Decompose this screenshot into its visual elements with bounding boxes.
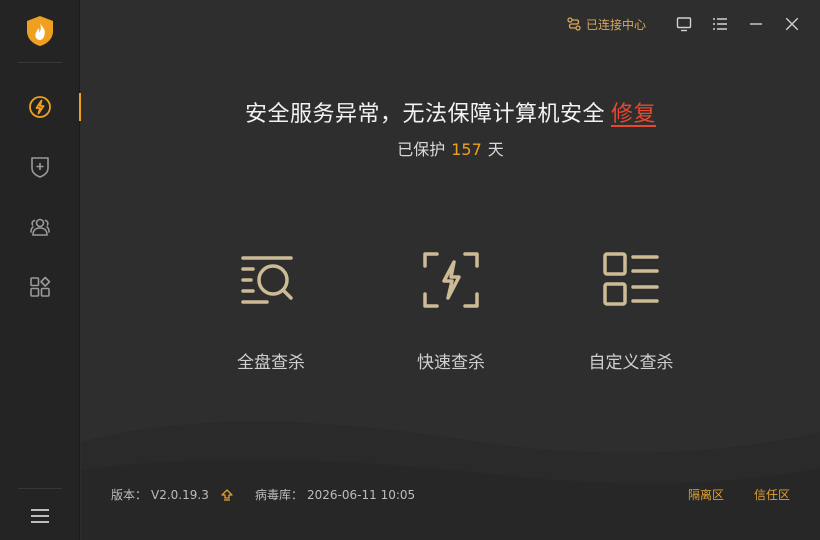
- apps-icon: [30, 276, 51, 297]
- sidebar-divider: [18, 62, 62, 63]
- sidebar-item-terminal[interactable]: [0, 207, 80, 247]
- full-scan-label: 全盘查杀: [237, 353, 305, 373]
- sidebar: [0, 0, 81, 540]
- status-footer: 版本： V2.0.19.3 病毒库： 2026-06-11 10:05 隔离区 信任…: [81, 486, 820, 506]
- main-menu-button[interactable]: [0, 500, 80, 532]
- virus-db-label: 病毒库：: [255, 488, 304, 502]
- hamburger-menu-icon: [31, 509, 49, 523]
- security-warning-text: 安全服务异常，无法保障计算机安全: [244, 102, 605, 127]
- sidebar-item-tools[interactable]: [0, 267, 80, 307]
- virus-db-date: 2026-06-11 10:05: [307, 487, 416, 502]
- main-panel: 已连接中心 安全服务异常，无法保障计算机安全 修复 已保护 157 天 全盘查杀…: [81, 0, 820, 540]
- quick-scan-icon: [423, 252, 479, 308]
- link-icon: [567, 17, 581, 31]
- connection-status-label: 已连接中心: [585, 17, 646, 32]
- version-label: 版本：: [111, 488, 148, 502]
- minimize-button[interactable]: [738, 0, 774, 48]
- minimize-icon: [750, 23, 762, 25]
- protected-suffix: 天: [487, 140, 504, 159]
- app-logo-icon: [27, 16, 53, 46]
- monitor-icon: [676, 17, 692, 32]
- lightning-icon: [29, 96, 51, 118]
- protected-days: 已保护 157 天: [81, 136, 820, 160]
- quick-scan-label: 快速查杀: [417, 353, 485, 373]
- custom-scan-button[interactable]: 自定义查杀: [551, 248, 711, 373]
- title-bar: 已连接中心: [567, 0, 820, 48]
- background-wave: [81, 421, 820, 540]
- shield-plus-icon: [31, 157, 49, 178]
- version-value: V2.0.19.3: [151, 487, 209, 502]
- sidebar-divider: [18, 488, 62, 489]
- close-button[interactable]: [774, 0, 810, 48]
- security-status-headline: 安全服务异常，无法保障计算机安全 修复: [81, 96, 820, 128]
- quarantine-link[interactable]: 隔离区: [688, 486, 724, 503]
- sidebar-item-protection[interactable]: [0, 147, 80, 187]
- connection-status[interactable]: 已连接中心: [567, 16, 646, 33]
- quick-scan-button[interactable]: 快速查杀: [371, 248, 531, 373]
- repair-link[interactable]: 修复: [611, 102, 656, 127]
- upgrade-icon[interactable]: [221, 488, 233, 501]
- trust-zone-link[interactable]: 信任区: [754, 486, 790, 503]
- sidebar-item-security[interactable]: [0, 87, 81, 127]
- users-icon: [30, 218, 50, 236]
- custom-scan-icon: [603, 252, 659, 306]
- feedback-button[interactable]: [666, 0, 702, 48]
- protected-days-count: 157: [451, 140, 482, 159]
- close-icon: [786, 18, 798, 30]
- protected-prefix: 已保护: [397, 140, 446, 159]
- custom-scan-label: 自定义查杀: [588, 353, 674, 373]
- full-scan-button[interactable]: 全盘查杀: [191, 248, 351, 373]
- virus-db-info: 病毒库： 2026-06-11 10:05: [255, 486, 415, 503]
- list-menu-icon: [713, 18, 727, 30]
- full-scan-icon: [241, 256, 293, 304]
- settings-menu-button[interactable]: [702, 0, 738, 48]
- version-info: 版本： V2.0.19.3: [111, 486, 233, 503]
